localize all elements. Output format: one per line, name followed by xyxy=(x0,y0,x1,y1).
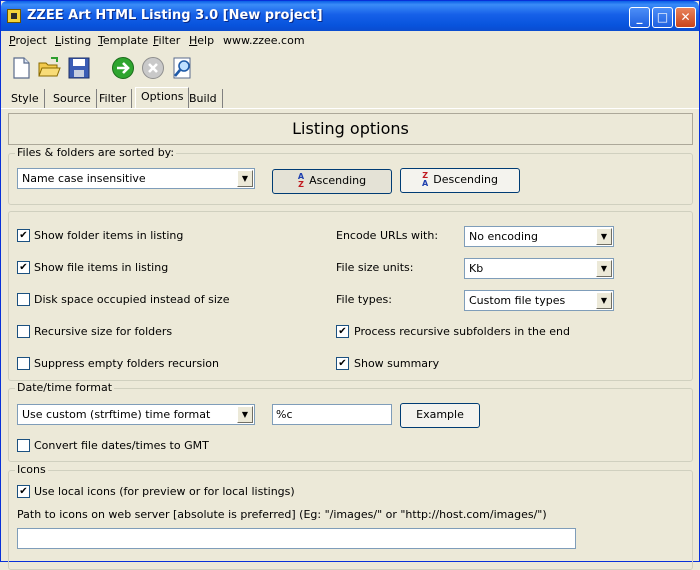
suppress-empty-label: Suppress empty folders recursion xyxy=(34,357,219,370)
close-button[interactable]: ✕ xyxy=(675,7,696,28)
tab-source[interactable]: Source xyxy=(48,89,97,109)
disk-space-label: Disk space occupied instead of size xyxy=(34,293,230,306)
show-file-items-checkbox[interactable]: ✔ xyxy=(17,261,30,274)
suppress-empty-checkbox[interactable] xyxy=(17,357,30,370)
tab-build[interactable]: Build xyxy=(184,89,223,109)
datetime-group-title: Date/time format xyxy=(15,381,115,394)
file-types-value: Custom file types xyxy=(469,294,566,307)
tab-divider xyxy=(1,108,699,109)
convert-gmt-label: Convert file dates/times to GMT xyxy=(34,439,209,452)
stop-icon[interactable] xyxy=(141,56,165,80)
sort-ascending-icon: AZ xyxy=(297,172,305,189)
show-folder-items-checkbox[interactable]: ✔ xyxy=(17,229,30,242)
show-file-items-label: Show file items in listing xyxy=(34,261,169,274)
time-format-select[interactable]: Use custom (strftime) time format ▼ xyxy=(17,404,255,425)
sort-descending-icon: ZA xyxy=(422,171,429,188)
menu-help[interactable]: Help xyxy=(189,34,214,47)
file-size-units-label: File size units: xyxy=(336,261,414,274)
process-recursive-label: Process recursive subfolders in the end xyxy=(354,325,571,338)
file-types-select[interactable]: Custom file types ▼ xyxy=(464,290,614,311)
recursive-size-checkbox[interactable] xyxy=(17,325,30,338)
open-folder-icon[interactable] xyxy=(37,56,61,80)
tab-strip: Style Source Filter Options Build xyxy=(1,87,699,109)
title-bar[interactable]: ZZEE Art HTML Listing 3.0 [New project] … xyxy=(1,1,699,31)
show-summary-label: Show summary xyxy=(354,357,440,370)
show-folder-items-label: Show folder items in listing xyxy=(34,229,184,242)
encode-urls-value: No encoding xyxy=(469,230,538,243)
window-title: ZZEE Art HTML Listing 3.0 [New project] xyxy=(27,8,323,23)
chevron-down-icon: ▼ xyxy=(237,406,253,423)
menu-listing[interactable]: Listing xyxy=(55,34,91,47)
disk-space-checkbox[interactable] xyxy=(17,293,30,306)
save-disk-icon[interactable] xyxy=(67,56,91,80)
chevron-down-icon: ▼ xyxy=(596,292,612,309)
maximize-button[interactable]: □ xyxy=(652,7,673,28)
file-types-label: File types: xyxy=(336,293,392,306)
encode-urls-select[interactable]: No encoding ▼ xyxy=(464,226,614,247)
main-window: ZZEE Art HTML Listing 3.0 [New project] … xyxy=(0,0,700,570)
recursive-size-label: Recursive size for folders xyxy=(34,325,173,338)
encode-urls-label: Encode URLs with: xyxy=(336,229,439,242)
use-local-icons-checkbox[interactable]: ✔ xyxy=(17,485,30,498)
menu-filter[interactable]: Filter xyxy=(153,34,180,47)
menu-project[interactable]: Project xyxy=(9,34,47,47)
minimize-button[interactable]: _ xyxy=(629,7,650,28)
page-heading: Listing options xyxy=(8,113,693,145)
tab-options[interactable]: Options xyxy=(135,87,190,109)
menu-template[interactable]: Template xyxy=(98,34,148,47)
sort-order-value: Name case insensitive xyxy=(22,172,146,185)
preview-icon[interactable] xyxy=(171,56,195,80)
chevron-down-icon: ▼ xyxy=(237,170,253,187)
process-recursive-checkbox[interactable]: ✔ xyxy=(336,325,349,338)
time-format-string-input[interactable]: %c xyxy=(272,404,392,425)
convert-gmt-checkbox[interactable] xyxy=(17,439,30,452)
file-size-units-value: Kb xyxy=(469,262,484,275)
chevron-down-icon: ▼ xyxy=(596,228,612,245)
tab-filter[interactable]: Filter xyxy=(94,89,133,109)
tab-style[interactable]: Style xyxy=(6,89,45,109)
ascending-button[interactable]: A Z Ascending xyxy=(272,169,392,194)
menu-website-link[interactable]: www.zzee.com xyxy=(223,34,305,47)
show-summary-checkbox[interactable]: ✔ xyxy=(336,357,349,370)
icons-path-label: Path to icons on web server [absolute is… xyxy=(17,508,547,521)
use-local-icons-label: Use local icons (for preview or for loca… xyxy=(34,485,295,498)
chevron-down-icon: ▼ xyxy=(596,260,612,277)
go-arrow-icon[interactable] xyxy=(111,56,135,80)
descending-button[interactable]: Z A Descending xyxy=(400,168,520,193)
app-icon xyxy=(7,9,21,23)
sort-group-title: Files & folders are sorted by: xyxy=(15,146,177,159)
toolbar xyxy=(1,51,699,87)
new-file-icon[interactable] xyxy=(9,56,33,80)
menu-bar: Project Listing Template Filter Help www… xyxy=(1,31,699,51)
file-size-units-select[interactable]: Kb ▼ xyxy=(464,258,614,279)
icons-group-title: Icons xyxy=(15,463,48,476)
sort-order-select[interactable]: Name case insensitive ▼ xyxy=(17,168,255,189)
example-button[interactable]: Example xyxy=(400,403,480,428)
time-format-value: Use custom (strftime) time format xyxy=(22,408,211,421)
icons-path-input[interactable] xyxy=(17,528,576,549)
